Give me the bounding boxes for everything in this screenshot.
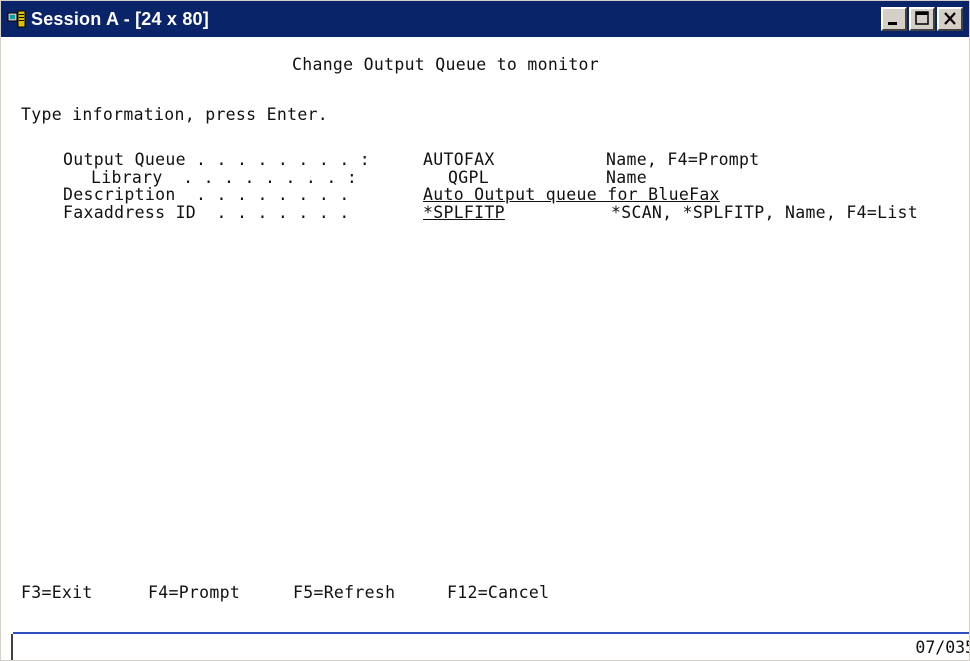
faxaddress-id-label: Faxaddress ID . . . . . . . [63,203,350,222]
output-queue-label: Output Queue . . . . . . . . : [63,150,371,169]
f3-exit-key[interactable]: F3=Exit [21,583,93,603]
window-controls [873,7,969,31]
session-app-icon[interactable] [7,9,27,29]
f4-prompt-key[interactable]: F4=Prompt [148,583,240,603]
close-icon [944,12,956,25]
cursor-position: 07/035 [915,638,970,657]
minimize-button[interactable] [881,7,907,31]
maximize-icon [915,11,929,25]
output-queue-input[interactable]: AUTOFAX [423,150,495,170]
description-label: Description . . . . . . . . [63,185,350,204]
faxaddress-id-hint: *SCAN, *SPLFITP, Name, F4=List [611,203,919,222]
maximize-button[interactable] [909,7,935,31]
f12-cancel-key[interactable]: F12=Cancel [447,583,549,603]
emulator-window: Session A - [24 x 80] Change Output Queu… [0,0,970,661]
close-button[interactable] [937,7,963,31]
terminal-screen[interactable]: Change Output Queue to monitor Type info… [1,37,969,633]
operator-info-area: 07/035 [1,634,969,660]
status-left-border [11,634,13,660]
faxaddress-id-input[interactable]: *SPLFITP [423,203,505,223]
window-title: Session A - [24 x 80] [31,9,209,29]
output-queue-hint: Name, F4=Prompt [606,150,760,169]
title-bar[interactable]: Session A - [24 x 80] [1,1,969,37]
screen-heading: Change Output Queue to monitor [292,55,600,74]
minimize-icon [888,22,897,25]
instruction-text: Type information, press Enter. [21,105,329,124]
f5-refresh-key[interactable]: F5=Refresh [293,583,395,603]
description-input[interactable]: Auto Output queue for BlueFax [423,185,720,205]
